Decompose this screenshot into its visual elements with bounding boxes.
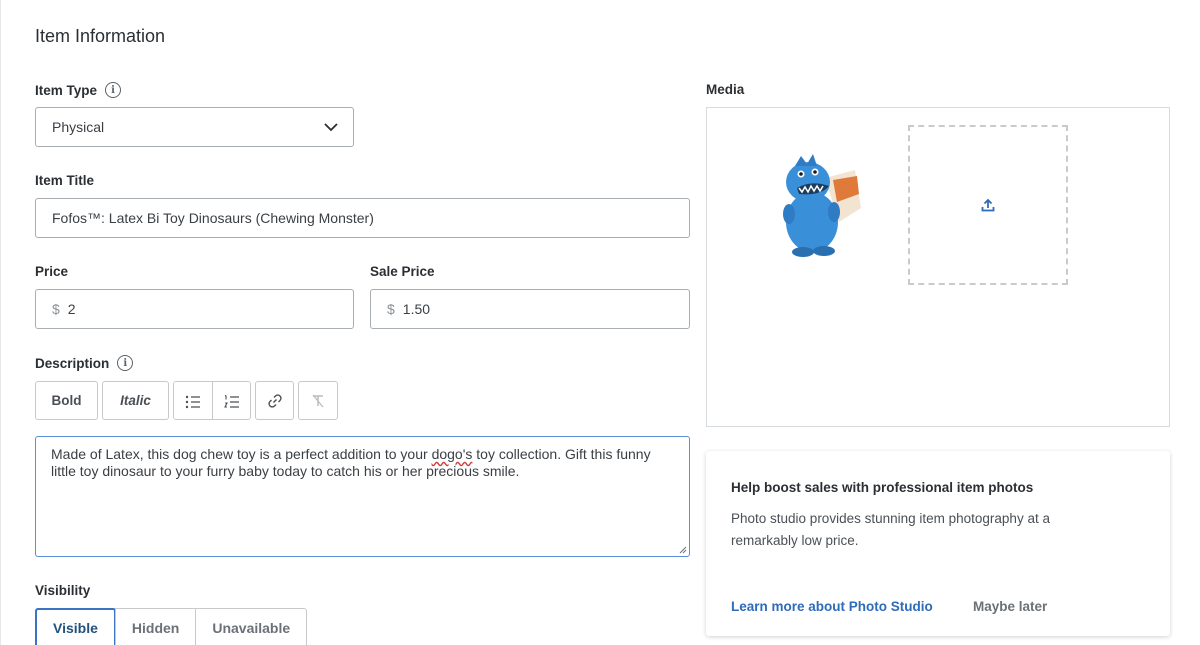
info-icon[interactable]: i bbox=[105, 82, 122, 98]
clear-format-button[interactable] bbox=[298, 381, 338, 420]
price-value: 2 bbox=[67, 301, 76, 317]
upload-icon bbox=[981, 198, 995, 212]
link-button[interactable] bbox=[255, 381, 294, 420]
media-label: Media bbox=[706, 82, 745, 97]
formatting-toolbar: Bold Italic bbox=[35, 381, 338, 420]
bullet-list-icon bbox=[185, 395, 200, 408]
photo-studio-promo-card: Help boost sales with professional item … bbox=[706, 451, 1170, 636]
media-upload-dropzone[interactable] bbox=[908, 125, 1068, 285]
item-title-label: Item Title bbox=[35, 173, 95, 188]
price-currency: $ bbox=[52, 301, 60, 317]
item-type-label: Item Type i bbox=[35, 82, 122, 98]
item-type-select[interactable]: Physical bbox=[35, 107, 354, 147]
list-button-group bbox=[173, 381, 251, 420]
bold-button[interactable]: Bold bbox=[35, 381, 98, 420]
numbered-list-icon bbox=[223, 394, 239, 408]
sale-price-input[interactable]: $ 1.50 bbox=[370, 289, 690, 329]
product-image-dinosaur-toy[interactable] bbox=[777, 150, 867, 260]
learn-more-link[interactable]: Learn more about Photo Studio bbox=[731, 599, 933, 614]
promo-text: Photo studio provides stunning item phot… bbox=[731, 511, 1050, 548]
info-icon[interactable]: i bbox=[117, 355, 134, 371]
maybe-later-button[interactable]: Maybe later bbox=[973, 599, 1047, 614]
sale-price-label: Sale Price bbox=[370, 264, 435, 279]
item-title-value: Fofos™: Latex Bi Toy Dinosaurs (Chewing … bbox=[52, 210, 374, 226]
item-information-panel: Item Information Item Type i Physical It… bbox=[0, 0, 1200, 645]
misspelled-word: dogo's bbox=[431, 446, 473, 462]
numbered-list-button[interactable] bbox=[212, 382, 250, 419]
item-title-input[interactable]: Fofos™: Latex Bi Toy Dinosaurs (Chewing … bbox=[35, 198, 690, 238]
italic-button[interactable]: Italic bbox=[102, 381, 169, 420]
sale-price-currency: $ bbox=[387, 301, 395, 317]
link-icon bbox=[267, 393, 282, 408]
item-type-value: Physical bbox=[52, 119, 105, 135]
promo-title: Help boost sales with professional item … bbox=[731, 480, 1034, 495]
visibility-label: Visibility bbox=[35, 583, 91, 598]
description-label-text: Description bbox=[35, 355, 110, 371]
section-title: Item Information bbox=[35, 26, 166, 46]
description-label: Description i bbox=[35, 355, 134, 371]
visibility-segmented-control: Visible Hidden Unavailable bbox=[35, 608, 308, 645]
visibility-option-hidden[interactable]: Hidden bbox=[114, 609, 195, 645]
price-label: Price bbox=[35, 264, 69, 279]
description-textarea[interactable]: Made of Latex, this dog chew toy is a pe… bbox=[35, 436, 690, 557]
sale-price-value: 1.50 bbox=[402, 301, 431, 317]
clear-format-icon bbox=[312, 394, 324, 407]
bullet-list-button[interactable] bbox=[174, 382, 212, 419]
resize-handle-icon[interactable] bbox=[679, 546, 687, 554]
visibility-option-unavailable[interactable]: Unavailable bbox=[195, 609, 306, 645]
chevron-down-icon bbox=[324, 123, 338, 132]
visibility-option-visible[interactable]: Visible bbox=[35, 608, 116, 645]
item-type-label-text: Item Type bbox=[35, 82, 98, 98]
price-input[interactable]: $ 2 bbox=[35, 289, 354, 329]
description-text-start: Made of Latex, this dog chew toy is a pe… bbox=[51, 446, 432, 462]
